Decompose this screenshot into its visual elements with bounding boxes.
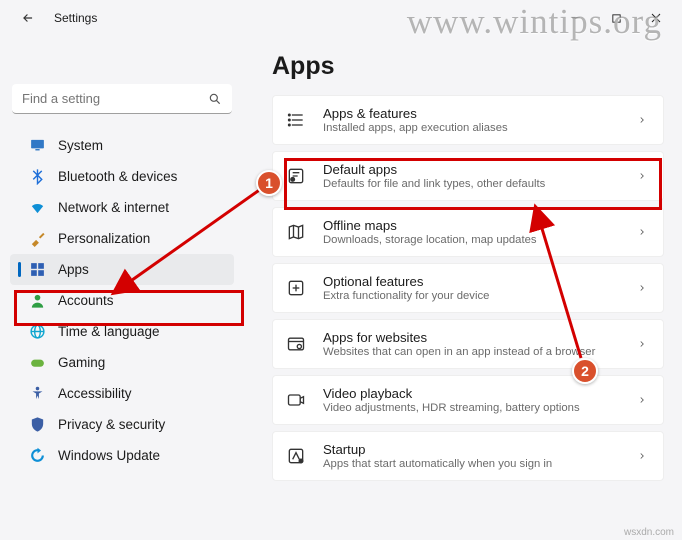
settings-row-default-apps[interactable]: Default apps Defaults for file and link … (272, 151, 664, 201)
titlebar: Settings (0, 0, 682, 36)
settings-row-title: Default apps (323, 162, 621, 177)
chevron-right-icon (637, 451, 647, 461)
video-icon (285, 389, 307, 411)
sidebar-item-time-language[interactable]: Time & language (10, 316, 234, 347)
search-icon (208, 92, 222, 106)
settings-row-desc: Websites that can open in an app instead… (323, 346, 621, 358)
sidebar-item-label: Accessibility (58, 386, 132, 401)
person-icon (29, 292, 46, 309)
brush-icon (29, 230, 46, 247)
settings-row-desc: Apps that start automatically when you s… (323, 458, 621, 470)
sidebar-item-network-internet[interactable]: Network & internet (10, 192, 234, 223)
update-icon (29, 447, 46, 464)
sidebar-item-label: Personalization (58, 231, 150, 246)
web-icon (285, 333, 307, 355)
maximize-button[interactable] (596, 4, 636, 32)
settings-row-desc: Downloads, storage location, map updates (323, 234, 621, 246)
chevron-right-icon (637, 115, 647, 125)
settings-row-startup[interactable]: Startup Apps that start automatically wh… (272, 431, 664, 481)
chevron-right-icon (637, 283, 647, 293)
sidebar-item-system[interactable]: System (10, 130, 234, 161)
startup-icon (285, 445, 307, 467)
minimize-button[interactable] (556, 4, 596, 32)
chevron-right-icon (637, 171, 647, 181)
gamepad-icon (29, 354, 46, 371)
wifi-icon (29, 199, 46, 216)
sidebar-item-bluetooth-devices[interactable]: Bluetooth & devices (10, 161, 234, 192)
settings-row-desc: Installed apps, app execution aliases (323, 122, 621, 134)
display-icon (29, 137, 46, 154)
settings-row-apps-for-websites[interactable]: Apps for websites Websites that can open… (272, 319, 664, 369)
sidebar-item-label: Windows Update (58, 448, 160, 463)
settings-row-optional-features[interactable]: Optional features Extra functionality fo… (272, 263, 664, 313)
sidebar-item-label: Privacy & security (58, 417, 165, 432)
map-icon (285, 221, 307, 243)
bluetooth-icon (29, 168, 46, 185)
sidebar-item-privacy-security[interactable]: Privacy & security (10, 409, 234, 440)
annotation-callout-1: 1 (256, 170, 282, 196)
apps-icon (29, 261, 46, 278)
sidebar-item-label: Time & language (58, 324, 160, 339)
sidebar-item-label: Bluetooth & devices (58, 169, 177, 184)
settings-row-title: Offline maps (323, 218, 621, 233)
sidebar: System Bluetooth & devices Network & int… (0, 36, 244, 540)
page-title: Apps (272, 52, 664, 81)
settings-row-desc: Defaults for file and link types, other … (323, 178, 621, 190)
close-button[interactable] (636, 4, 676, 32)
sidebar-item-accessibility[interactable]: Accessibility (10, 378, 234, 409)
sidebar-item-windows-update[interactable]: Windows Update (10, 440, 234, 471)
sidebar-item-label: System (58, 138, 103, 153)
settings-row-apps-features[interactable]: Apps & features Installed apps, app exec… (272, 95, 664, 145)
search-container (12, 84, 232, 114)
sidebar-item-personalization[interactable]: Personalization (10, 223, 234, 254)
settings-row-offline-maps[interactable]: Offline maps Downloads, storage location… (272, 207, 664, 257)
chevron-right-icon (637, 227, 647, 237)
sidebar-item-label: Gaming (58, 355, 105, 370)
settings-row-title: Video playback (323, 386, 621, 401)
search-input[interactable] (12, 84, 232, 114)
sidebar-item-apps[interactable]: Apps (10, 254, 234, 285)
settings-row-desc: Video adjustments, HDR streaming, batter… (323, 402, 621, 414)
back-button[interactable] (16, 6, 40, 30)
globe-icon (29, 323, 46, 340)
chevron-right-icon (637, 395, 647, 405)
shield-icon (29, 416, 46, 433)
optional-icon (285, 277, 307, 299)
sidebar-item-label: Apps (58, 262, 89, 277)
chevron-right-icon (637, 339, 647, 349)
settings-row-title: Optional features (323, 274, 621, 289)
settings-row-title: Apps & features (323, 106, 621, 121)
settings-row-title: Startup (323, 442, 621, 457)
accessibility-icon (29, 385, 46, 402)
sidebar-item-label: Network & internet (58, 200, 169, 215)
settings-row-video-playback[interactable]: Video playback Video adjustments, HDR st… (272, 375, 664, 425)
settings-row-desc: Extra functionality for your device (323, 290, 621, 302)
window-title: Settings (54, 11, 97, 25)
main-panel: Apps Apps & features Installed apps, app… (244, 36, 682, 540)
default-icon (285, 165, 307, 187)
sidebar-item-gaming[interactable]: Gaming (10, 347, 234, 378)
sidebar-item-accounts[interactable]: Accounts (10, 285, 234, 316)
settings-row-title: Apps for websites (323, 330, 621, 345)
annotation-callout-2: 2 (572, 358, 598, 384)
sidebar-item-label: Accounts (58, 293, 114, 308)
list-icon (285, 109, 307, 131)
